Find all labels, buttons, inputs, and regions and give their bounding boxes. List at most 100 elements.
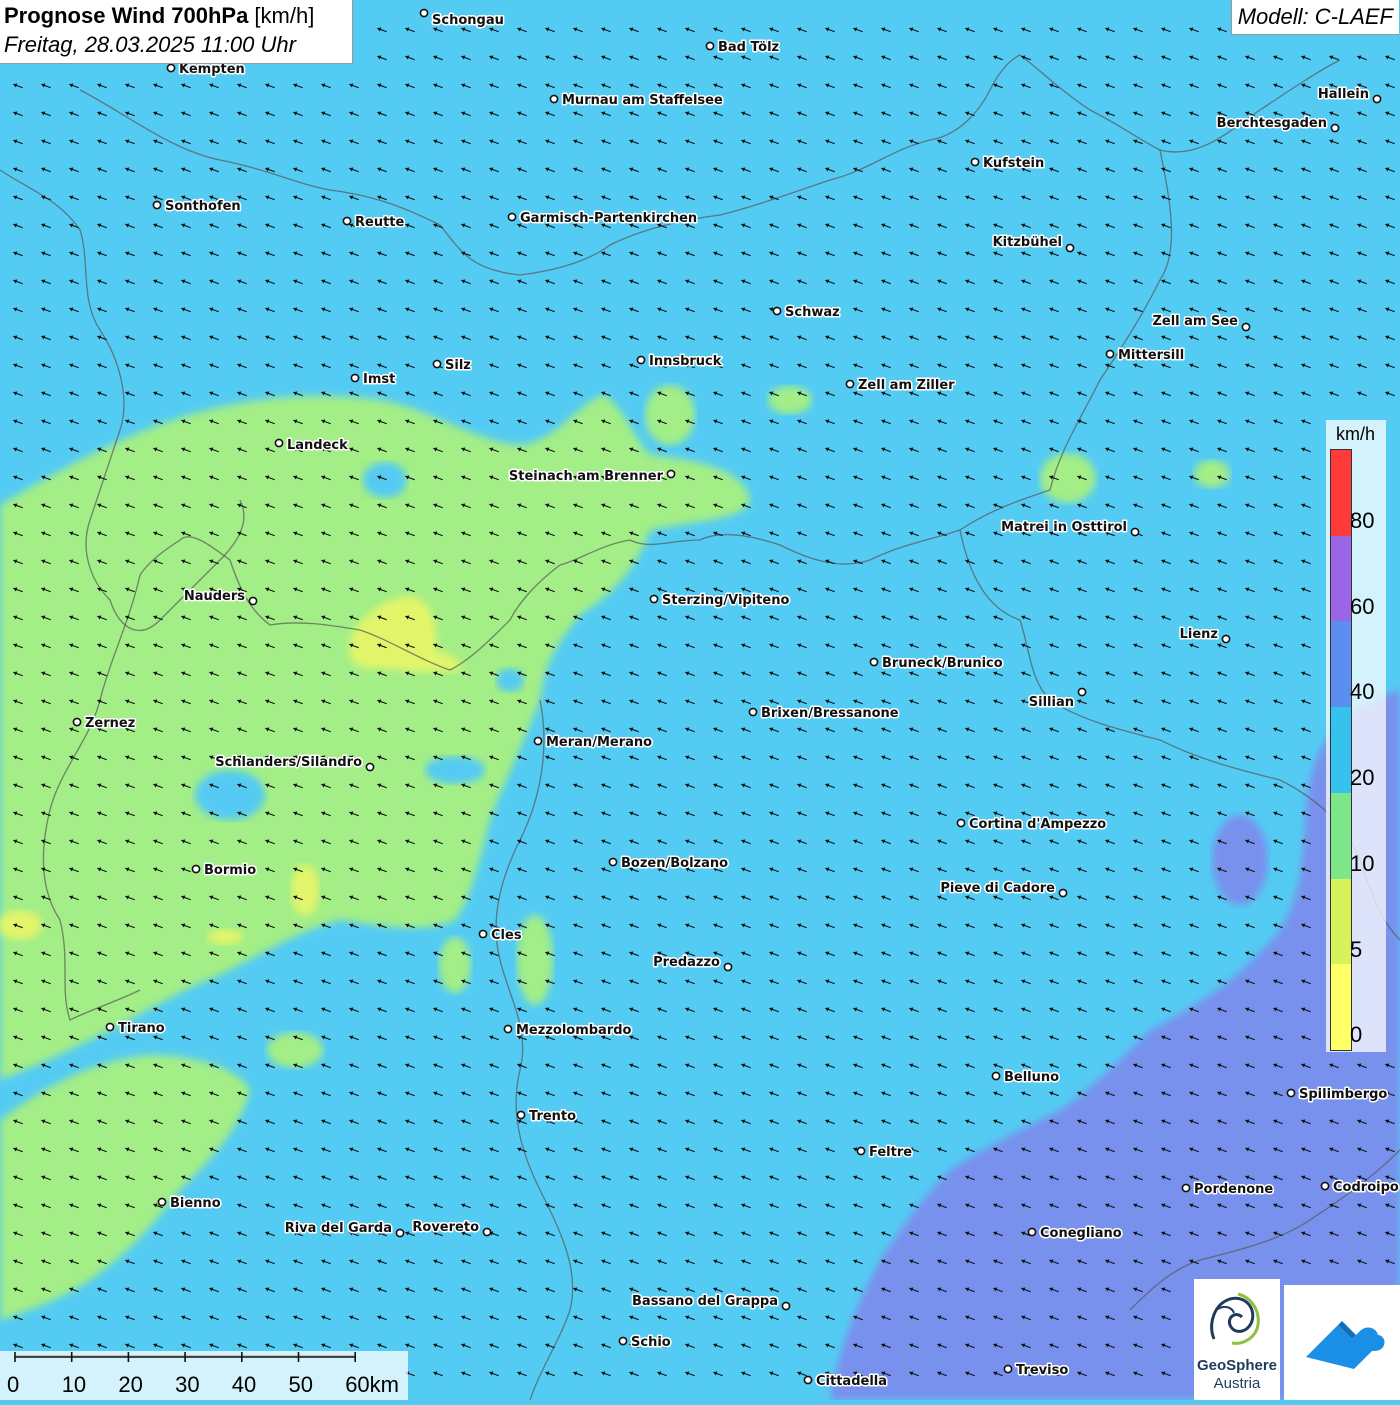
city-label: Riva del Garda xyxy=(285,1221,392,1236)
city-label: Tirano xyxy=(118,1021,165,1036)
city-marker: Zell am See xyxy=(1151,313,1251,332)
calm-wind-patch xyxy=(496,668,524,692)
city-label: Zell am See xyxy=(1152,314,1238,329)
map-title-unit: [km/h] xyxy=(248,3,315,28)
city-label: Kitzbühel xyxy=(993,235,1062,250)
city-label: Innsbruck xyxy=(649,354,722,369)
weather-app-logo xyxy=(1284,1285,1400,1400)
city-label: Bormio xyxy=(204,863,256,878)
legend-label: 40 xyxy=(1350,679,1375,705)
city-marker: Innsbruck xyxy=(636,353,723,371)
city-label: Codroipo xyxy=(1333,1180,1399,1195)
city-label: Bad Tölz xyxy=(718,40,779,55)
city-label: Bozen/Bolzano xyxy=(621,856,728,871)
city-marker: Brixen/Bressanone xyxy=(748,705,900,723)
city-marker: Mezzolombardo xyxy=(503,1022,633,1040)
city-label: Meran/Merano xyxy=(546,735,652,750)
legend-label: 5 xyxy=(1350,936,1363,962)
strong-wind-patch xyxy=(1212,815,1268,905)
city-label: Imst xyxy=(363,372,395,387)
city-marker: Codroipo xyxy=(1320,1179,1400,1197)
legend-color-segment xyxy=(1331,535,1351,622)
city-marker: Berchtesgaden xyxy=(1215,115,1340,133)
city-label: Garmisch-Partenkirchen xyxy=(520,211,697,226)
city-label: Bassano del Grappa xyxy=(632,1294,778,1309)
city-label: Schlanders/Silandro xyxy=(215,755,362,770)
city-label: Lienz xyxy=(1180,627,1218,642)
city-marker: Pieve di Cadore xyxy=(939,880,1068,898)
city-marker: Riva del Garda xyxy=(283,1220,405,1238)
city-label: Mezzolombardo xyxy=(516,1023,632,1038)
city-label: Matrei in Osttirol xyxy=(1001,520,1127,535)
city-marker: Garmisch-Partenkirchen xyxy=(507,210,699,228)
city-marker: Murnau am Staffelsee xyxy=(549,92,724,110)
city-marker: Mittersill xyxy=(1105,347,1186,365)
very-weak-wind-patch xyxy=(207,929,243,945)
scale-label: 60km xyxy=(345,1372,399,1397)
city-marker: Kufstein xyxy=(970,155,1046,173)
geosphere-austria-logo: GeoSphere Austria xyxy=(1194,1279,1280,1400)
forecast-datetime: Freitag, 28.03.2025 11:00 Uhr xyxy=(4,32,296,57)
city-label: Zell am Ziller xyxy=(858,378,955,393)
very-weak-wind-patch xyxy=(0,910,42,940)
legend-color-segment xyxy=(1331,964,1351,1050)
weak-wind-patch xyxy=(768,386,812,414)
scale-label: 50 xyxy=(289,1372,313,1397)
city-label: Rovereto xyxy=(412,1220,479,1235)
city-label: Spilimbergo xyxy=(1299,1087,1387,1102)
city-marker: Steinach am Brenner xyxy=(507,468,676,486)
city-marker: Bruneck/Brunico xyxy=(869,655,1004,673)
legend-color-segment xyxy=(1331,792,1351,879)
weak-wind-patch xyxy=(1040,453,1096,503)
city-label: Pordenone xyxy=(1194,1182,1273,1197)
city-label: Sterzing/Vipiteno xyxy=(662,593,789,608)
city-label: Berchtesgaden xyxy=(1217,116,1327,131)
city-marker: Cittadella xyxy=(803,1373,889,1391)
city-label: Conegliano xyxy=(1040,1226,1122,1241)
model-label: Modell: C-LAEF xyxy=(1230,0,1399,35)
weak-wind-patch xyxy=(1194,460,1230,488)
scale-label: 30 xyxy=(175,1372,199,1397)
city-label: Bruneck/Brunico xyxy=(882,656,1003,671)
city-label: Pieve di Cadore xyxy=(940,881,1055,896)
city-marker: Landeck xyxy=(274,437,350,455)
city-marker: Kempten xyxy=(166,61,246,79)
logo-text-geosphere: GeoSphere xyxy=(1196,1357,1278,1374)
city-label: Landeck xyxy=(287,438,348,453)
city-label: Bienno xyxy=(170,1196,221,1211)
city-label: Steinach am Brenner xyxy=(509,469,664,484)
logo-text-austria: Austria xyxy=(1213,1375,1261,1392)
city-label: Zernez xyxy=(85,716,135,731)
city-label: Belluno xyxy=(1004,1070,1059,1085)
city-label: Predazzo xyxy=(653,955,720,970)
city-marker: Pordenone xyxy=(1181,1181,1275,1199)
scale-label: 0 xyxy=(7,1372,19,1397)
city-marker: Bad Tölz xyxy=(705,39,781,57)
city-label: Schio xyxy=(631,1335,671,1350)
city-label: Mittersill xyxy=(1118,348,1184,363)
legend-label: 60 xyxy=(1350,593,1375,619)
legend-unit: km/h xyxy=(1336,424,1376,444)
city-marker: Predazzo xyxy=(652,954,733,972)
city-marker: Schongau xyxy=(419,8,505,30)
city-label: Schongau xyxy=(432,13,504,28)
map-title: Prognose Wind 700hPa [km/h] xyxy=(4,3,314,29)
city-label: Reutte xyxy=(355,215,405,230)
legend-color-segment xyxy=(1331,450,1351,536)
city-marker: Matrei in Osttirol xyxy=(1000,519,1140,537)
scale-label: 40 xyxy=(232,1372,256,1397)
legend-label: 0 xyxy=(1350,1022,1363,1048)
city-marker: Rovereto xyxy=(411,1219,492,1237)
city-marker: Sonthofen xyxy=(152,198,242,216)
city-label: Nauders xyxy=(184,589,245,604)
geosphere-swirl-icon xyxy=(1210,1292,1260,1345)
city-label: Kempten xyxy=(179,62,245,77)
very-weak-wind-patch xyxy=(291,864,319,916)
city-marker: Meran/Merano xyxy=(533,734,654,752)
city-label: Murnau am Staffelsee xyxy=(562,93,723,108)
legend-label: 20 xyxy=(1350,765,1375,791)
city-label: Schwaz xyxy=(785,305,840,320)
wind-map: Schongau Bad Tölz Kempten Murnau am Staffel… xyxy=(0,0,1400,1400)
city-label: Brixen/Bressanone xyxy=(761,706,899,721)
calm-wind-patch xyxy=(195,770,265,820)
